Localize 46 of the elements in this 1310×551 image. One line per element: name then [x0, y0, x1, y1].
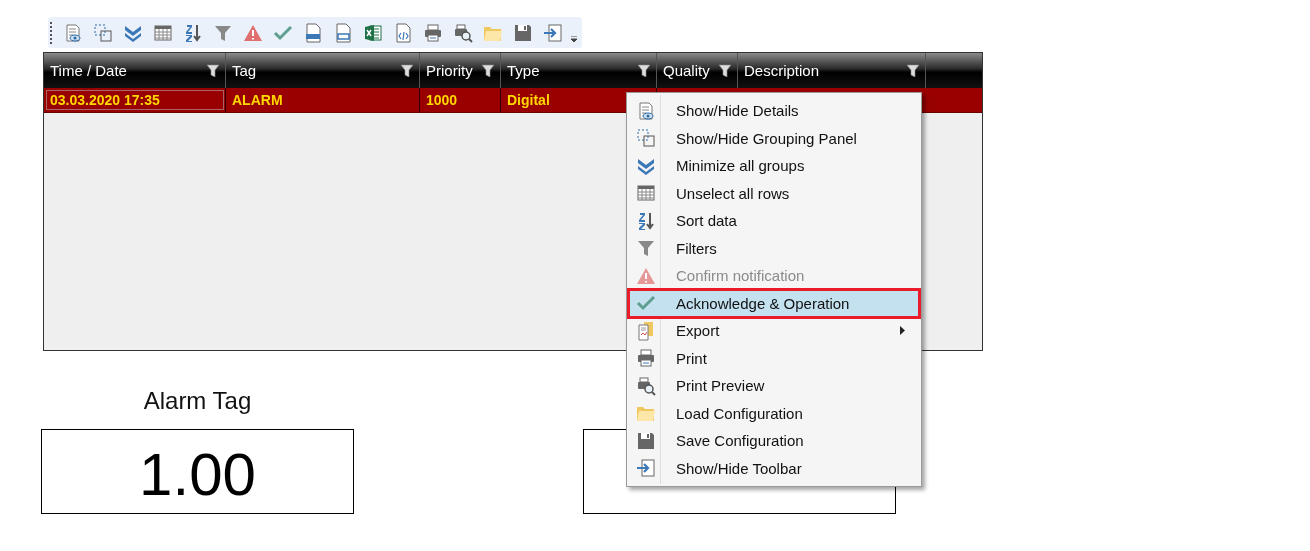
save-icon: [513, 22, 533, 43]
menu-item[interactable]: Print Preview: [629, 372, 919, 400]
arrow-into-box-icon: [636, 458, 656, 479]
document-eye-icon: [63, 22, 83, 43]
arrow-into-box-icon: [543, 22, 563, 43]
menu-item[interactable]: Load Configuration: [629, 399, 919, 427]
table-cell: 1000: [420, 88, 501, 112]
print-icon: [423, 22, 443, 43]
document-eye-icon: [636, 100, 656, 121]
filter-icon[interactable]: [907, 64, 919, 77]
grid-icon: [153, 22, 173, 43]
code-file-icon: [393, 22, 413, 43]
sort-icon: [183, 22, 203, 43]
filter-icon[interactable]: [482, 64, 494, 77]
menu-item[interactable]: Acknowledge & Operation: [629, 289, 919, 317]
filter-icon[interactable]: [207, 64, 219, 77]
menu-item[interactable]: Minimize all groups: [629, 152, 919, 180]
save-icon: [636, 430, 656, 451]
menu-item[interactable]: Export: [629, 317, 919, 345]
filter-icon: [636, 238, 656, 259]
print-icon: [636, 348, 656, 369]
csv-file-icon: [333, 22, 353, 43]
filter-icon[interactable]: [638, 64, 650, 77]
text-file-icon: [303, 22, 323, 43]
menu-item[interactable]: Print: [629, 344, 919, 372]
grouping-icon: [636, 128, 656, 149]
print-preview-icon: [636, 375, 656, 396]
filter-icon[interactable]: [719, 64, 731, 77]
menu-item[interactable]: Sort data: [629, 207, 919, 235]
sort-icon: [636, 210, 656, 231]
filter-icon[interactable]: [401, 64, 413, 77]
menu-item[interactable]: Show/Hide Toolbar: [629, 454, 919, 482]
grouping-icon: [93, 22, 113, 43]
menu-item[interactable]: Show/Hide Grouping Panel: [629, 124, 919, 152]
spreadsheet-icon: [363, 22, 383, 43]
table-cell: ALARM: [226, 88, 420, 112]
menu-item[interactable]: Unselect all rows: [629, 179, 919, 207]
menu-item[interactable]: Filters: [629, 234, 919, 262]
grid-icon: [636, 183, 656, 204]
overflow-icon[interactable]: [570, 36, 578, 42]
document-folder-icon: [636, 320, 656, 341]
tag-label: Alarm Tag: [143, 387, 252, 415]
print-preview-icon: [453, 22, 473, 43]
value-display: 1.00: [41, 429, 354, 514]
table-cell: 03.03.2020 17:35: [44, 88, 226, 112]
menu-item[interactable]: Save Configuration: [629, 427, 919, 455]
